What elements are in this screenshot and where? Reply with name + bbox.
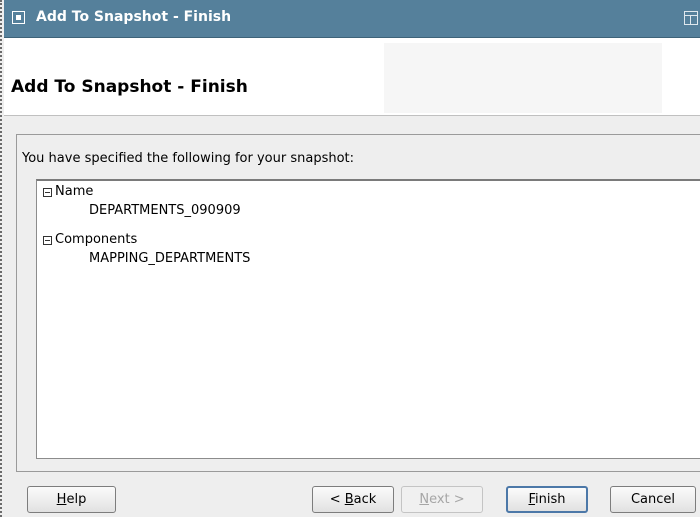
back-label: ack bbox=[353, 492, 377, 507]
page-title: Add To Snapshot - Finish bbox=[11, 77, 248, 97]
help-button[interactable]: Help bbox=[27, 486, 116, 513]
next-mnemonic: N bbox=[419, 492, 430, 507]
collapse-icon[interactable] bbox=[43, 236, 52, 245]
cancel-label: Cancel bbox=[630, 492, 676, 507]
finish-label: inish bbox=[535, 492, 566, 507]
back-mnemonic: B bbox=[344, 492, 354, 507]
finish-button[interactable]: Finish bbox=[506, 486, 588, 513]
summary-tree[interactable]: Name DEPARTMENTS_090909 Components MAPPI… bbox=[36, 179, 700, 459]
maximize-icon[interactable] bbox=[684, 11, 698, 25]
add-to-snapshot-dialog: Add To Snapshot - Finish Add To Snapshot… bbox=[0, 0, 700, 517]
wizard-header: Add To Snapshot - Finish bbox=[4, 38, 700, 116]
cancel-button[interactable]: Cancel bbox=[610, 486, 696, 513]
title-bar[interactable]: Add To Snapshot - Finish bbox=[4, 0, 700, 38]
back-button[interactable]: < Back bbox=[312, 486, 394, 513]
tree-node-components-value[interactable]: MAPPING_DEPARTMENTS bbox=[89, 251, 250, 267]
tree-node-name-value[interactable]: DEPARTMENTS_090909 bbox=[89, 203, 241, 219]
back-prefix: < bbox=[329, 492, 345, 507]
tree-node-name[interactable]: Name bbox=[55, 184, 93, 200]
summary-label: You have specified the following for you… bbox=[22, 151, 355, 166]
window-menu-icon[interactable] bbox=[12, 11, 25, 24]
help-mnemonic: H bbox=[56, 492, 67, 507]
help-label: elp bbox=[66, 492, 87, 507]
next-label: ext > bbox=[429, 492, 465, 507]
tree-node-components[interactable]: Components bbox=[55, 232, 137, 248]
next-button[interactable]: Next > bbox=[401, 486, 483, 513]
header-graphic bbox=[384, 43, 662, 113]
collapse-icon[interactable] bbox=[43, 188, 52, 197]
window-title: Add To Snapshot - Finish bbox=[36, 9, 232, 25]
